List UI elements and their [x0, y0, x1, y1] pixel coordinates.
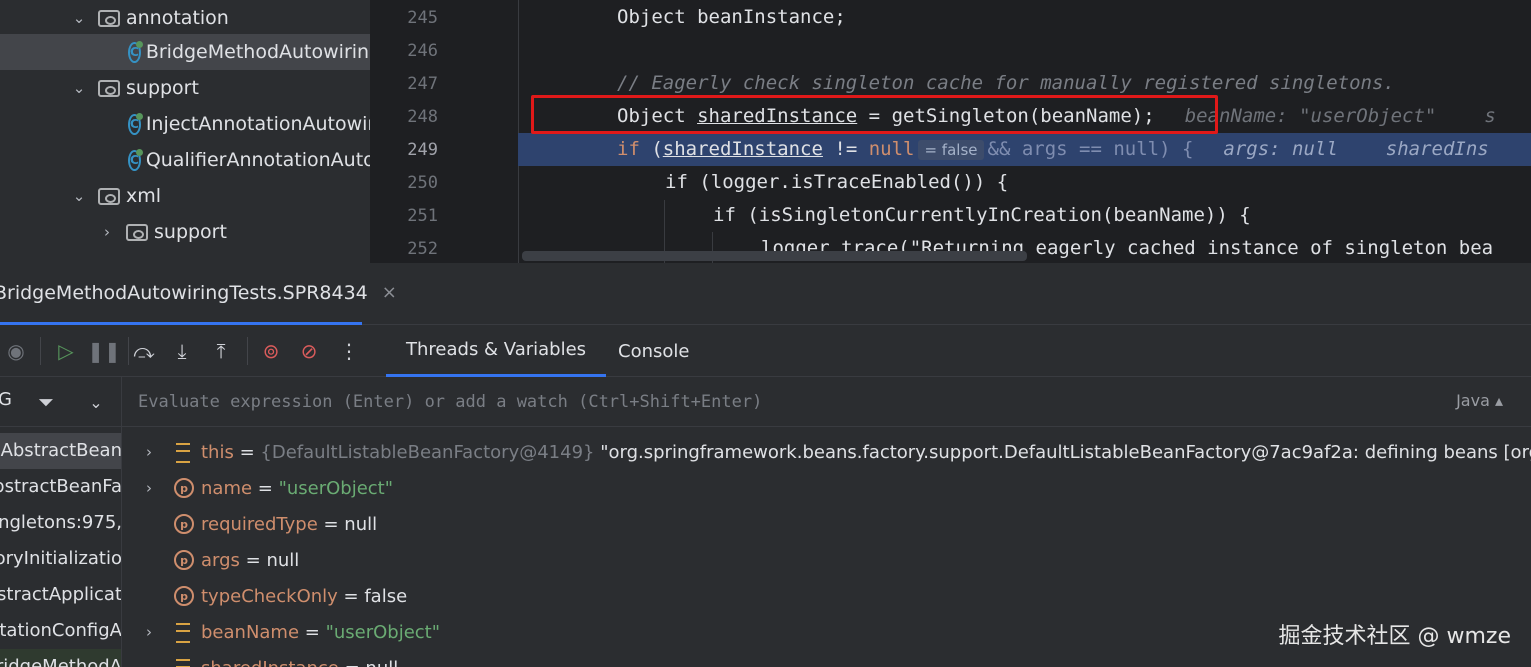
- view-breakpoints-icon[interactable]: ⊚: [257, 337, 285, 365]
- inline-value-hint: args: null: [1223, 138, 1338, 160]
- parameter-icon: p: [174, 550, 194, 570]
- stack-frame[interactable]: refresh:611, AbstractApplicat: [0, 577, 121, 613]
- tree-item-label: QualifierAnnotationAutowireContextTests: [145, 149, 370, 171]
- pause-icon[interactable]: ❚❚: [87, 337, 121, 365]
- project-tree: ⌄ annotation C BridgeMethodAutowiringTes…: [0, 0, 370, 263]
- line-number: 252: [407, 239, 438, 259]
- debug-tool-window: BridgeMethodAutowiringTests.SPR8434 × ◉ …: [0, 263, 1531, 667]
- code-line-248: Object sharedInstance = getSingleton(bea…: [617, 105, 1496, 127]
- resume-icon[interactable]: ▷: [52, 337, 80, 365]
- parameter-icon: p: [174, 514, 194, 534]
- code-line-245: Object beanInstance;: [617, 6, 846, 28]
- step-over-icon[interactable]: ⤼: [130, 337, 158, 365]
- filter-icon[interactable]: ⏷: [32, 388, 60, 416]
- tree-item-annotation[interactable]: ⌄ annotation: [0, 0, 370, 36]
- class-icon: C: [128, 148, 143, 171]
- stack-frame[interactable]: finishBeanFactoryInitializatio: [0, 541, 121, 577]
- tab-console[interactable]: Console: [598, 325, 709, 377]
- chevron-right-icon[interactable]: ›: [98, 223, 116, 241]
- tree-item-label: BridgeMethodAutowiringTests: [145, 41, 370, 63]
- tree-item-qualifier-annotation-tests[interactable]: C QualifierAnnotationAutowireContextTest…: [0, 142, 370, 178]
- debug-session-tabbar: BridgeMethodAutowiringTests.SPR8434 ×: [0, 263, 1531, 325]
- code-line-250: if (logger.isTraceEnabled()) {: [665, 171, 1009, 193]
- frames-toolbar: G ⏷ ⌄: [0, 377, 121, 427]
- tree-item-xml[interactable]: ⌄ xml: [0, 178, 370, 214]
- tree-item-xml-support[interactable]: › support: [0, 214, 370, 250]
- line-number: 250: [407, 173, 438, 193]
- frames-panel: G ⏷ ⌄ doGetBean:249, AbstractBean getBea…: [0, 377, 122, 667]
- chevron-down-icon[interactable]: ⌄: [70, 9, 88, 27]
- toolbar-separator: [247, 337, 248, 365]
- debug-session-tab[interactable]: BridgeMethodAutowiringTests.SPR8434 ×: [0, 263, 397, 325]
- tree-item-label: InjectAnnotationAutowireContextTests: [145, 113, 370, 135]
- code-editor[interactable]: 245 246 247 248 249 250 251 252 Object b…: [370, 0, 1531, 263]
- package-folder-icon: [98, 9, 120, 27]
- mute-breakpoints-icon[interactable]: ⊘: [295, 337, 323, 365]
- package-folder-icon: [98, 79, 120, 97]
- evaluate-expression-bar: Java ▴: [122, 377, 1531, 427]
- evaluate-expression-input[interactable]: [138, 387, 1338, 417]
- eye-icon[interactable]: ◉: [2, 337, 30, 365]
- line-number: 248: [407, 107, 438, 127]
- tab-threads-variables[interactable]: Threads & Variables: [386, 325, 607, 377]
- inline-evaluation-badge[interactable]: = false: [918, 140, 984, 160]
- parameter-icon: p: [174, 586, 194, 606]
- thread-selector[interactable]: G: [0, 389, 12, 410]
- package-folder-icon: [126, 223, 148, 241]
- tree-item-label: support: [154, 221, 227, 243]
- class-icon: C: [128, 112, 143, 135]
- close-icon[interactable]: ×: [382, 282, 397, 303]
- line-number-current: 249: [407, 140, 438, 160]
- toolbar-separator: [40, 337, 41, 365]
- tree-item-bridge-method-autowiring-tests[interactable]: C BridgeMethodAutowiringTests: [0, 34, 370, 70]
- tree-item-label: support: [126, 77, 199, 99]
- language-selector[interactable]: Java ▴: [1456, 391, 1503, 410]
- stack-frame[interactable]: SPR8434:39, BridgeMethodA: [0, 649, 121, 667]
- stack-frame[interactable]: preInstantiateSingletons:975,: [0, 505, 121, 541]
- chevron-down-icon[interactable]: ⌄: [70, 79, 88, 97]
- tree-item-inject-annotation-tests[interactable]: C InjectAnnotationAutowireContextTests: [0, 106, 370, 142]
- line-number: 246: [407, 41, 438, 61]
- class-icon: C: [128, 40, 143, 63]
- field-stack-icon: [174, 622, 194, 643]
- tree-item-label: annotation: [126, 7, 229, 29]
- parameter-icon: p: [174, 478, 194, 498]
- tree-item-label: xml: [126, 185, 162, 207]
- chevron-down-icon[interactable]: ⌄: [70, 187, 88, 205]
- variable-row-type-check-only[interactable]: p typeCheckOnly = false: [122, 578, 1531, 614]
- variable-row-this[interactable]: › this = {DefaultListableBeanFactory@414…: [122, 434, 1531, 470]
- line-number-gutter[interactable]: 245 246 247 248 249 250 251 252: [370, 0, 518, 263]
- horizontal-scrollbar[interactable]: [522, 251, 1027, 261]
- variable-row-args[interactable]: p args = null: [122, 542, 1531, 578]
- stack-frame[interactable]: getBean:200, AbstractBeanFa: [0, 469, 121, 505]
- field-stack-icon: [174, 442, 194, 463]
- package-folder-icon: [98, 187, 120, 205]
- variable-row-shared-instance[interactable]: sharedInstance = null: [122, 650, 1531, 667]
- variable-row-required-type[interactable]: p requiredType = null: [122, 506, 1531, 542]
- variable-row-name[interactable]: › p name = "userObject": [122, 470, 1531, 506]
- toolbar-separator: [128, 337, 129, 365]
- debug-session-label: BridgeMethodAutowiringTests.SPR8434: [0, 281, 368, 304]
- chevron-down-icon[interactable]: ⌄: [82, 388, 110, 416]
- stack-frame[interactable]: doGetBean:249, AbstractBean: [0, 433, 121, 469]
- more-options-icon[interactable]: ⋮: [335, 337, 363, 365]
- chevron-right-icon[interactable]: ›: [146, 443, 160, 461]
- code-line-249-execution-point: if (sharedInstance != null = false && args…: [518, 133, 1531, 166]
- line-number: 251: [407, 206, 438, 226]
- chevron-right-icon[interactable]: ›: [146, 479, 160, 497]
- step-out-icon[interactable]: ⤒: [207, 337, 235, 365]
- step-into-icon[interactable]: ⤓: [168, 337, 196, 365]
- tree-item-support[interactable]: ⌄ support: [0, 70, 370, 106]
- inline-value-hint: beanName: "userObject": [1184, 105, 1437, 127]
- watermark: 掘金技术社区 @ wmze: [1278, 624, 1512, 649]
- code-line-247: // Eagerly check singleton cache for man…: [617, 72, 1395, 94]
- chevron-right-icon[interactable]: ›: [146, 623, 160, 641]
- line-number: 245: [407, 8, 438, 28]
- debug-toolbar: ◉ ▷ ❚❚ ⤼ ⤓ ⤒ ⊚ ⊘ ⋮ Threads & Variables C…: [0, 325, 1531, 377]
- stack-frame[interactable]: <init>:93, AnnotationConfigA: [0, 613, 121, 649]
- field-stack-icon: [174, 658, 194, 667]
- code-line-251: if (isSingletonCurrentlyInCreation(beanN…: [713, 204, 1251, 226]
- line-number: 247: [407, 74, 438, 94]
